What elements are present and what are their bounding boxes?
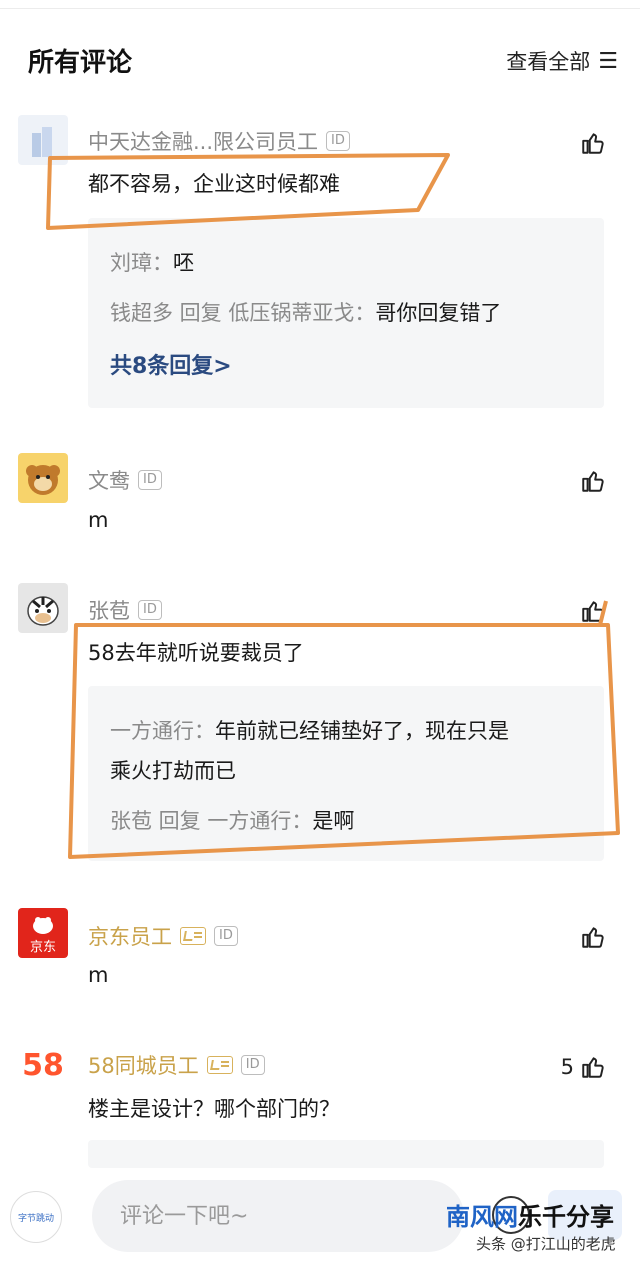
- comment-text: 都不容易，企业这时候都难: [88, 172, 340, 196]
- top-divider: [0, 8, 640, 9]
- comment-input-field[interactable]: [92, 1180, 464, 1252]
- like-button[interactable]: 5: [561, 1054, 606, 1080]
- reply-box: [88, 1140, 604, 1168]
- comment-text: m: [88, 963, 109, 987]
- thumbs-up-icon: [582, 601, 604, 622]
- comment-input[interactable]: [92, 1180, 464, 1252]
- my-avatar[interactable]: 字节跳动: [10, 1191, 62, 1243]
- watermark-author: 头条 @打江山的老虎: [476, 1235, 616, 1253]
- reply-line[interactable]: 张苞 回复 一方通行：是啊: [110, 801, 586, 841]
- view-all-label: 查看全部: [506, 50, 591, 74]
- reply-box: 一方通行：年前就已经铺垫好了，现在只是 乘火打劫而已 张苞 回复 一方通行：是啊: [88, 686, 604, 861]
- avatar[interactable]: 京东: [18, 908, 68, 958]
- reply-line[interactable]: 刘璋：呸: [110, 243, 586, 283]
- id-badge: ID: [138, 470, 162, 490]
- id-badge: ID: [138, 600, 162, 620]
- comment-text: 58去年就听说要裁员了: [88, 641, 304, 665]
- id-badge: ID: [240, 1055, 265, 1075]
- watermark: 南风网乐千分享: [446, 1203, 614, 1231]
- comment-username[interactable]: 京东员工 ID: [88, 921, 238, 951]
- like-button[interactable]: [580, 924, 606, 950]
- view-all-button[interactable]: 查看全部 ☰: [506, 46, 618, 76]
- verified-badge-icon: [206, 1056, 233, 1074]
- reply-box: 刘璋：呸 钱超多 回复 低压锅蒂亚戈：哥你回复错了 共8条回复>: [88, 218, 604, 408]
- avatar[interactable]: 58: [18, 1040, 68, 1090]
- username-text: 京东员工: [88, 925, 172, 949]
- view-more-replies-link[interactable]: 共8条回复>: [110, 348, 232, 380]
- comment-username[interactable]: 中天达金融...限公司员工 ID: [88, 126, 350, 156]
- comment-text: m: [88, 508, 109, 532]
- reply-line[interactable]: 钱超多 回复 低压锅蒂亚戈：哥你回复错了: [110, 293, 586, 333]
- page-title: 所有评论: [28, 48, 133, 78]
- thumbs-up-icon: [582, 471, 604, 492]
- username-text: 文鸯: [88, 469, 130, 493]
- username-text: 58同城员工: [88, 1054, 199, 1078]
- reply-line[interactable]: 一方通行：年前就已经铺垫好了，现在只是: [110, 711, 586, 751]
- like-count: 5: [560, 1055, 574, 1079]
- thumbs-up-icon: [582, 133, 604, 154]
- verified-badge-icon: [180, 927, 206, 945]
- avatar[interactable]: [18, 453, 68, 503]
- id-badge: ID: [214, 926, 238, 946]
- like-button[interactable]: [580, 130, 606, 156]
- comment-text: 楼主是设计？哪个部门的？: [88, 1097, 340, 1121]
- username-text: 张苞: [88, 599, 130, 623]
- avatar[interactable]: [18, 583, 68, 633]
- comment-username[interactable]: 文鸯 ID: [88, 465, 162, 495]
- avatar[interactable]: [18, 115, 68, 165]
- like-button[interactable]: [580, 468, 606, 494]
- list-menu-icon: ☰: [598, 48, 618, 74]
- comment-username[interactable]: 张苞 ID: [88, 595, 162, 625]
- id-badge: ID: [326, 131, 350, 151]
- comment-username[interactable]: 58同城员工 ID: [88, 1050, 265, 1080]
- like-button[interactable]: [580, 598, 606, 624]
- reply-line-continued: 乘火打劫而已: [110, 759, 236, 783]
- username-text: 中天达金融...限公司员工: [88, 130, 319, 154]
- thumbs-up-icon: [582, 927, 604, 948]
- thumbs-up-icon: [582, 1057, 604, 1078]
